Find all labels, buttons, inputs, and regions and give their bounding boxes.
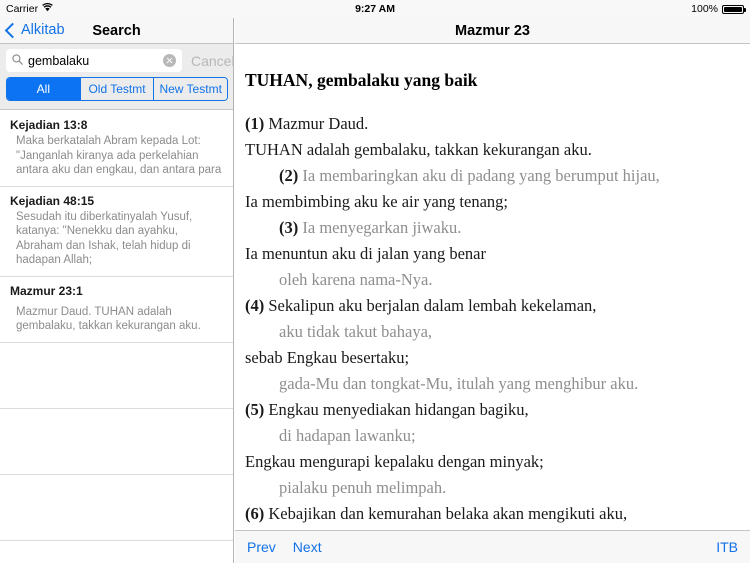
- search-pane: Alkitab Search gembalaku Cancel All Old …: [0, 18, 234, 563]
- search-row: gembalaku Cancel: [6, 49, 233, 72]
- verse-text: pialaku penuh melimpah.: [279, 478, 447, 497]
- verse-line: Ia membimbing aku ke air yang tenang;: [245, 189, 738, 215]
- battery-fill: [724, 6, 742, 12]
- list-item-empty: [0, 409, 233, 475]
- status-bar-time: 9:27 AM: [355, 3, 395, 15]
- testament-scope-segmented-control[interactable]: All Old Testmt New Testmt: [6, 77, 228, 101]
- result-snippet: Mazmur Daud. TUHAN adalah gembalaku, tak…: [16, 305, 201, 333]
- verse-line: (5) Engkau menyediakan hidangan bagiku,: [245, 397, 738, 423]
- app-root: Carrier 9:27 AM 100% Alkitab Search gemb…: [0, 0, 750, 563]
- verse-line: oleh karena nama-Nya.: [245, 267, 738, 293]
- verse-text: Sekalipun aku berjalan dalam lembah keke…: [268, 296, 597, 315]
- reader-pane-navbar: Mazmur 23: [235, 18, 750, 44]
- verse-number: (5): [245, 400, 265, 419]
- list-item-empty: [0, 541, 233, 563]
- next-chapter-button[interactable]: Next: [293, 539, 322, 555]
- verse-text: oleh karena nama-Nya.: [279, 270, 433, 289]
- verse-line: (2) Ia membaringkan aku di padang yang b…: [245, 163, 738, 189]
- reader-bottom-toolbar: Prev Next ITB: [235, 530, 750, 563]
- verse-text: Ia menyegarkan jiwaku.: [302, 218, 462, 237]
- verse-line: gada-Mu dan tongkat-Mu, itulah yang meng…: [245, 371, 738, 397]
- search-controls: gembalaku Cancel All Old Testmt New Test…: [0, 44, 233, 110]
- verse-text: Ia membimbing aku ke air yang tenang;: [245, 192, 509, 211]
- battery-full-icon: [722, 4, 746, 14]
- page-title: Mazmur 23: [455, 23, 530, 39]
- bible-version-button[interactable]: ITB: [716, 539, 738, 555]
- cancel-search-button[interactable]: Cancel: [191, 53, 233, 69]
- verse-line: TUHAN adalah gembalaku, takkan kekuranga…: [245, 137, 738, 163]
- status-bar-right: 100%: [691, 3, 746, 15]
- verse-number: (6): [245, 504, 265, 523]
- segment-old-testament[interactable]: Old Testmt: [79, 78, 154, 100]
- result-snippet: Maka berkatalah Abram kepada Lot: "Janga…: [16, 135, 222, 176]
- verse-text: sebab Engkau besertaku;: [245, 348, 410, 367]
- search-input-value: gembalaku: [28, 53, 90, 68]
- search-pane-title: Search: [92, 23, 141, 39]
- verse-text: Ia membaringkan aku di padang yang berum…: [302, 166, 660, 185]
- verse-line: (3) Ia menyegarkan jiwaku.: [245, 215, 738, 241]
- reader-pane: Mazmur 23 TUHAN, gembalaku yang baik (1)…: [235, 18, 750, 563]
- passage-heading: TUHAN, gembalaku yang baik: [245, 70, 478, 90]
- verse-line: (6) Kebajikan dan kemurahan belaka akan …: [245, 501, 738, 527]
- verse-number: (1): [245, 114, 265, 133]
- list-item-empty: [0, 343, 233, 409]
- verse-text: di hadapan lawanku;: [279, 426, 416, 445]
- search-icon: [12, 52, 23, 70]
- status-bar: Carrier 9:27 AM 100%: [0, 0, 750, 18]
- battery-percent-label: 100%: [691, 3, 718, 15]
- verse-line: Engkau mengurapi kepalaku dengan minyak;: [245, 449, 738, 475]
- verse-text: Engkau mengurapi kepalaku dengan minyak;: [245, 452, 544, 471]
- verse-line: aku tidak takut bahaya,: [245, 319, 738, 345]
- verse-text: TUHAN adalah gembalaku, takkan kekuranga…: [245, 140, 592, 159]
- verse-text: Mazmur Daud.: [268, 114, 369, 133]
- prev-chapter-button[interactable]: Prev: [247, 539, 276, 555]
- verse-text: Ia menuntun aku di jalan yang benar: [245, 244, 486, 263]
- result-reference: Mazmur 23:1: [10, 283, 83, 298]
- verse-line: pialaku penuh melimpah.: [245, 475, 738, 501]
- list-item-empty: [0, 475, 233, 541]
- search-pane-navbar: Alkitab Search: [0, 18, 233, 44]
- verse-line: Ia menuntun aku di jalan yang benar: [245, 241, 738, 267]
- passage-text[interactable]: TUHAN, gembalaku yang baik (1) Mazmur Da…: [235, 45, 750, 530]
- segment-all[interactable]: All: [7, 78, 80, 100]
- clear-circle-icon[interactable]: [163, 54, 176, 67]
- result-reference: Kejadian 13:8: [10, 118, 88, 132]
- search-input[interactable]: gembalaku: [6, 49, 182, 72]
- verse-text: gada-Mu dan tongkat-Mu, itulah yang meng…: [279, 374, 639, 393]
- verse-line: (4) Sekalipun aku berjalan dalam lembah …: [245, 293, 738, 319]
- list-item[interactable]: Kejadian 13:8 Maka berkatalah Abram kepa…: [0, 111, 233, 187]
- verse-line: (1) Mazmur Daud.: [245, 111, 738, 137]
- search-results-list[interactable]: Kejadian 13:8 Maka berkatalah Abram kepa…: [0, 111, 233, 563]
- verse-text: Kebajikan dan kemurahan belaka akan meng…: [268, 504, 628, 523]
- navigation-links: Prev Next: [247, 539, 322, 555]
- result-reference: Kejadian 48:15: [10, 193, 95, 208]
- verse-text: Engkau menyediakan hidangan bagiku,: [268, 400, 529, 419]
- segment-new-testament[interactable]: New Testmt: [153, 78, 227, 100]
- result-snippet: Sesudah itu diberkatinyalah Yusuf, katan…: [16, 210, 193, 267]
- verse-number: (2): [279, 166, 299, 185]
- verse-line: sebab Engkau besertaku;: [245, 345, 738, 371]
- verse-line: di hadapan lawanku;: [245, 423, 738, 449]
- list-item[interactable]: Kejadian 48:15 Sesudah itu diberkatinyal…: [0, 187, 233, 277]
- list-item[interactable]: Mazmur 23:1 Mazmur Daud. TUHAN adalah ge…: [0, 277, 233, 343]
- verse-text: aku tidak takut bahaya,: [279, 322, 433, 341]
- verse-number: (3): [279, 218, 299, 237]
- verse-number: (4): [245, 296, 265, 315]
